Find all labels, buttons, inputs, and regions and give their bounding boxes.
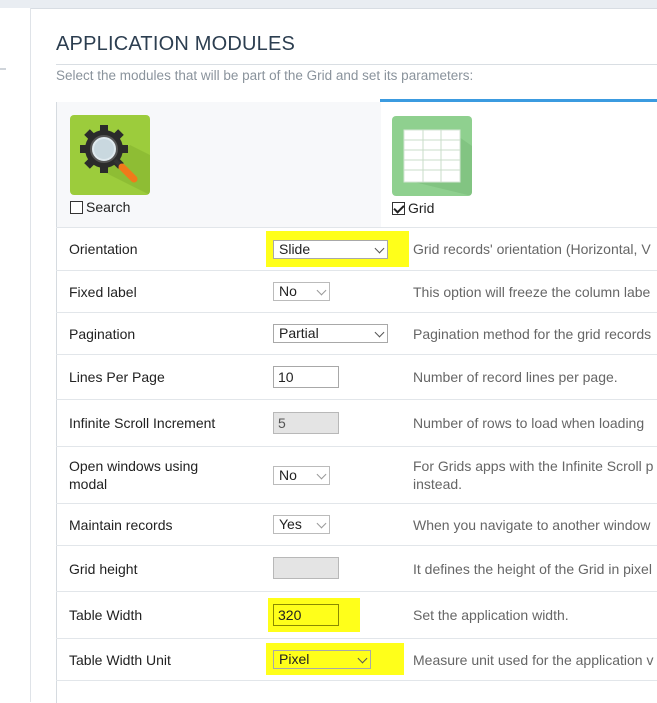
open-windows-modal-select[interactable]: No bbox=[273, 466, 330, 485]
select-value: No bbox=[279, 283, 297, 299]
orientation-select[interactable]: Slide bbox=[273, 240, 388, 259]
setting-label: Fixed label bbox=[69, 283, 137, 300]
settings-row-infinite-scroll-increment: Infinite Scroll Increment 5 Number of ro… bbox=[56, 399, 657, 446]
setting-description: When you navigate to another window bbox=[413, 516, 651, 533]
main-content: APPLICATION MODULES Select the modules t… bbox=[31, 9, 657, 703]
settings-table: Orientation Slide Grid records' orientat… bbox=[56, 227, 657, 682]
settings-row-open-windows-modal: Open windows using modal No For Grids ap… bbox=[56, 446, 657, 503]
search-gear-icon[interactable] bbox=[70, 115, 150, 195]
setting-description: For Grids apps with the Infinite Scroll … bbox=[413, 457, 657, 493]
settings-row-maintain-records: Maintain records Yes When you navigate t… bbox=[56, 503, 657, 545]
module-grid[interactable]: Grid bbox=[381, 102, 657, 227]
setting-label: Open windows using modal bbox=[69, 457, 198, 493]
maintain-records-select[interactable]: Yes bbox=[273, 515, 330, 534]
setting-description-line: instead. bbox=[413, 476, 463, 492]
table-width-input[interactable]: 320 bbox=[273, 604, 339, 626]
chevron-down-icon bbox=[374, 243, 385, 254]
settings-row-fixed-label: Fixed label No This option will freeze t… bbox=[56, 270, 657, 312]
search-module-checkbox-group[interactable]: Search bbox=[70, 199, 130, 215]
select-value: Yes bbox=[279, 516, 302, 532]
setting-label: Table Width Unit bbox=[69, 651, 171, 668]
setting-label: Orientation bbox=[69, 241, 138, 257]
chevron-down-icon bbox=[357, 653, 368, 664]
grid-module-checkbox-group[interactable]: Grid bbox=[392, 200, 434, 216]
chevron-down-icon bbox=[316, 469, 327, 480]
setting-description: Grid records' orientation (Horizontal, V bbox=[413, 241, 651, 257]
setting-description: Number of record lines per page. bbox=[413, 369, 618, 385]
setting-label-line: Open windows using bbox=[69, 458, 199, 474]
setting-description-line: For Grids apps with the Infinite Scroll … bbox=[413, 458, 654, 474]
settings-row-table-width: Table Width 320 Set the application widt… bbox=[56, 591, 657, 638]
grid-height-input[interactable] bbox=[273, 557, 339, 579]
setting-description: Set the application width. bbox=[413, 607, 569, 623]
grid-table-icon[interactable] bbox=[392, 116, 472, 196]
select-value: Slide bbox=[279, 241, 311, 257]
sidebar-marker bbox=[0, 68, 6, 70]
setting-description: This option will freeze the column labe bbox=[413, 283, 651, 300]
lines-per-page-input[interactable]: 10 bbox=[273, 366, 339, 388]
chevron-down-icon bbox=[316, 518, 327, 529]
module-search[interactable]: Search bbox=[56, 102, 382, 228]
setting-description: Pagination method for the grid records bbox=[413, 325, 652, 342]
table-bottom-border bbox=[56, 680, 657, 682]
grid-module-checkbox[interactable] bbox=[392, 201, 405, 215]
setting-description: Number of rows to load when loading bbox=[413, 415, 645, 431]
select-value: No bbox=[279, 467, 297, 483]
setting-label: Grid height bbox=[69, 560, 138, 577]
setting-label: Maintain records bbox=[69, 516, 173, 533]
settings-row-orientation: Orientation Slide Grid records' orientat… bbox=[56, 227, 657, 270]
chevron-down-icon bbox=[374, 327, 385, 338]
grid-module-label: Grid bbox=[408, 200, 435, 216]
left-sidebar bbox=[0, 8, 31, 702]
setting-label: Pagination bbox=[69, 325, 136, 342]
infinite-scroll-increment-input[interactable]: 5 bbox=[273, 412, 339, 434]
settings-row-grid-height: Grid height It defines the height of the… bbox=[56, 545, 657, 591]
search-module-checkbox[interactable] bbox=[70, 200, 83, 214]
setting-description: It defines the height of the Grid in pix… bbox=[413, 560, 652, 577]
setting-label: Table Width bbox=[69, 607, 143, 623]
pagination-select[interactable]: Partial bbox=[273, 324, 388, 343]
settings-row-table-width-unit: Table Width Unit Pixel Measure unit used… bbox=[56, 638, 657, 680]
title-separator bbox=[56, 64, 657, 65]
settings-row-pagination: Pagination Partial Pagination method for… bbox=[56, 312, 657, 354]
page-subtitle: Select the modules that will be part of … bbox=[56, 68, 474, 83]
setting-label-line: modal bbox=[69, 476, 108, 492]
search-module-label: Search bbox=[86, 199, 131, 215]
settings-row-lines-per-page: Lines Per Page 10 Number of record lines… bbox=[56, 354, 657, 399]
top-bar bbox=[0, 0, 657, 9]
setting-description: Measure unit used for the application v bbox=[413, 651, 654, 668]
select-value: Partial bbox=[279, 325, 319, 341]
table-width-unit-select[interactable]: Pixel bbox=[273, 650, 371, 669]
fixed-label-select[interactable]: No bbox=[273, 282, 330, 301]
setting-label: Lines Per Page bbox=[69, 369, 165, 385]
setting-label: Infinite Scroll Increment bbox=[69, 415, 216, 431]
select-value: Pixel bbox=[279, 651, 310, 667]
chevron-down-icon bbox=[316, 285, 327, 296]
page-title: APPLICATION MODULES bbox=[56, 33, 296, 55]
